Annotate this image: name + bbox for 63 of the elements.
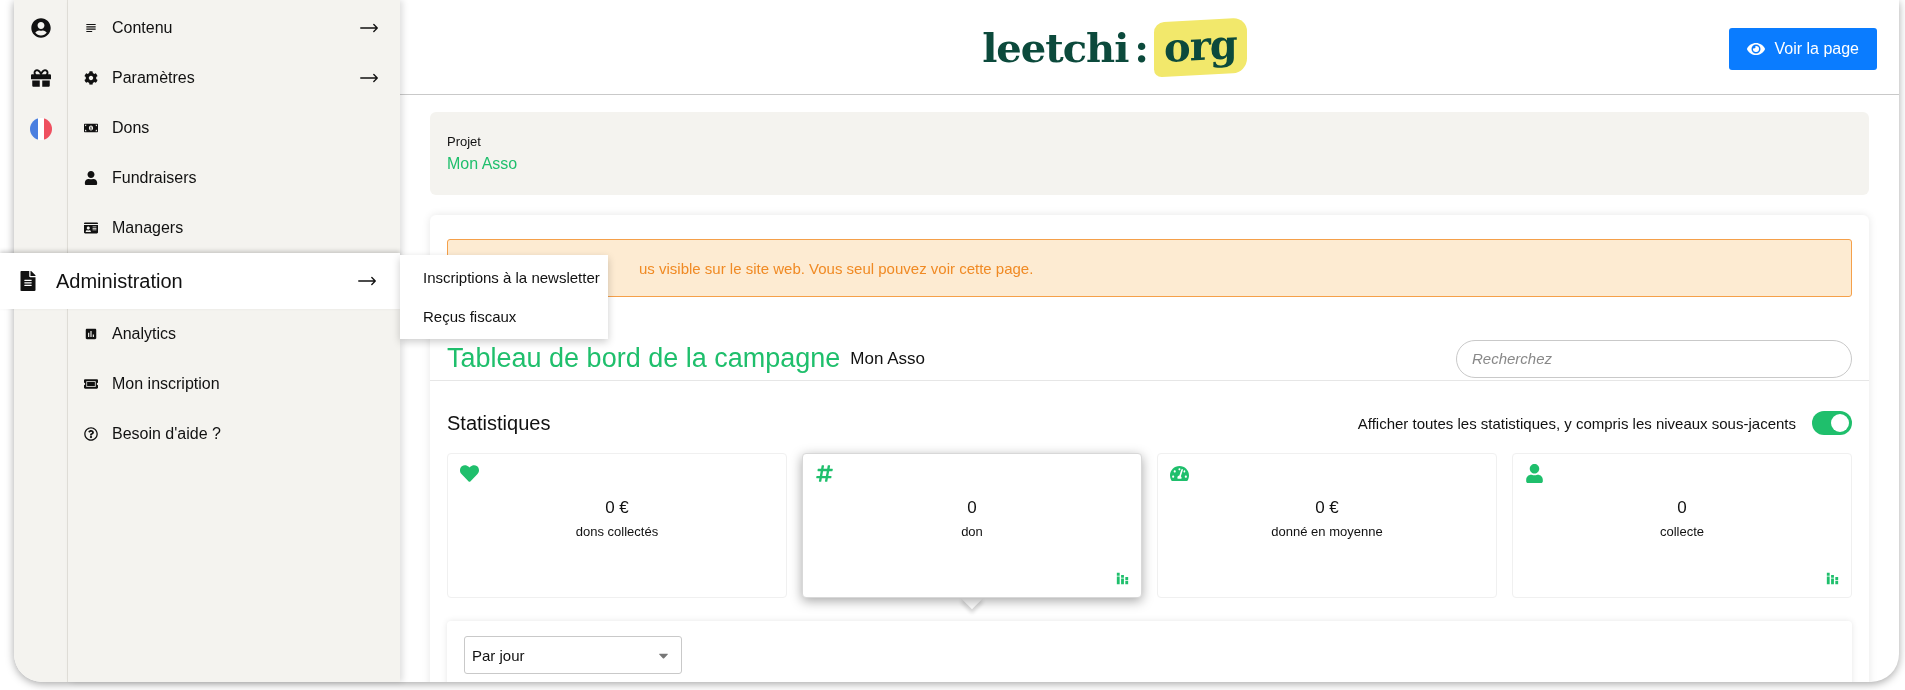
question-icon	[84, 427, 98, 441]
person-icon	[84, 171, 98, 185]
view-page-button[interactable]: Voir la page	[1729, 28, 1877, 70]
menu-item[interactable]: Fundraisers	[68, 153, 400, 203]
ticket-icon	[84, 377, 98, 391]
submenu-item[interactable]: Reçus fiscaux	[400, 297, 608, 336]
account-icon[interactable]	[30, 18, 51, 38]
menu-item[interactable]: Besoin d'aide ?	[68, 409, 400, 459]
id-card-icon	[84, 221, 98, 235]
menu-item-label: Mon inscription	[112, 375, 221, 393]
person-icon	[1525, 464, 1544, 483]
stat-label: collecte	[1659, 524, 1705, 539]
menu-item[interactable]: Administration	[0, 253, 400, 309]
warning-text: us visible sur le site web. Vous seul pouvez voir cette page.	[639, 259, 1034, 277]
menu-item-label: Paramètres	[112, 69, 196, 87]
gauge-icon	[1170, 464, 1189, 483]
project-label: Projet	[447, 134, 482, 149]
stat-card[interactable]: 0 collecte	[1512, 453, 1852, 598]
eye-icon	[1747, 40, 1766, 58]
hashtag-icon	[815, 464, 834, 483]
menu-item[interactable]: Managers	[68, 203, 400, 253]
stat-value: 0 €	[605, 498, 629, 518]
menu-item[interactable]: Dons	[68, 103, 400, 153]
menu-item-label: Dons	[112, 119, 151, 137]
menu-item[interactable]: Analytics	[68, 309, 400, 359]
stat-value: 0 €	[1315, 498, 1339, 518]
toggle-label: Afficher toutes les statistiques, y compris les niveaux sous-jacents	[1357, 414, 1796, 432]
chart-icon[interactable]	[1114, 570, 1131, 587]
menu-item-label: Besoin d'aide ?	[112, 425, 222, 443]
stat-label: donné en moyenne	[1271, 524, 1383, 539]
menu-item-label: Contenu	[112, 19, 174, 37]
stat-label: dons collectés	[575, 524, 659, 539]
submenu-item[interactable]: Inscriptions à la newsletter	[400, 258, 608, 297]
document-icon	[18, 271, 38, 291]
stat-value: 0	[967, 498, 977, 518]
project-name: Mon Asso	[447, 155, 519, 173]
chart-icon[interactable]	[1824, 570, 1841, 587]
stat-value: 0	[1677, 498, 1687, 518]
stat-card[interactable]: 0 € donné en moyenne	[1157, 453, 1497, 598]
statistics-title: Statistiques	[447, 411, 552, 435]
menu-item-label: Fundraisers	[112, 169, 198, 187]
banknote-icon	[84, 121, 98, 135]
period-select[interactable]: Par jour	[464, 636, 682, 674]
stat-card[interactable]: 0 € dons collectés	[447, 453, 787, 598]
flag-icon[interactable]	[29, 118, 52, 140]
stat-card[interactable]: 0 don	[802, 453, 1142, 598]
gear-icon	[84, 71, 98, 85]
menu-item-label: Analytics	[112, 325, 178, 343]
menu-item[interactable]: Mon inscription	[68, 359, 400, 409]
logo: leetchi: org	[982, 19, 1247, 75]
menu-item[interactable]: Paramètres	[68, 53, 400, 103]
heart-icon	[460, 464, 479, 483]
toggle-switch[interactable]	[1812, 411, 1852, 435]
lines-icon	[84, 21, 98, 35]
menu-item-label: Administration	[56, 269, 184, 293]
search-field[interactable]: Recherchez	[1456, 339, 1852, 378]
chart-icon	[84, 327, 98, 341]
gift-icon[interactable]	[30, 68, 51, 88]
menu-item[interactable]: Contenu	[68, 3, 400, 53]
stat-label: don	[961, 524, 983, 539]
dashboard-subtitle: Mon Asso	[850, 348, 926, 369]
dashboard-title: Tableau de bord de la campagne	[447, 343, 841, 374]
menu-item-label: Managers	[112, 219, 185, 237]
